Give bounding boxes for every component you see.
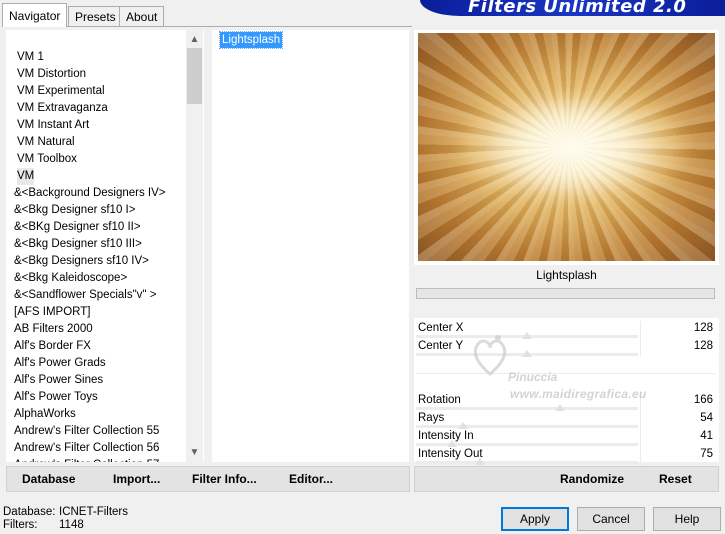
import-button[interactable]: Import... [113, 472, 160, 486]
param-label: Rays [418, 412, 445, 424]
scroll-up-icon[interactable]: ▲ [186, 31, 203, 48]
category-scrollbar[interactable]: ▲ ▼ [186, 30, 203, 462]
category-item[interactable]: &<Bkg Designers sf10 IV> [14, 253, 149, 270]
category-item[interactable]: &<Bkg Designer sf10 III> [14, 236, 142, 253]
category-item[interactable]: Alf's Power Sines [14, 372, 103, 389]
apply-button[interactable]: Apply [501, 507, 569, 531]
param-divider [640, 393, 641, 411]
category-item[interactable]: &<Sandflower Specials"v" > [14, 287, 156, 304]
param-center-y[interactable]: Center Y 128 [416, 339, 715, 357]
category-item[interactable]: VM Instant Art [17, 117, 89, 134]
category-item[interactable]: VM Experimental [17, 83, 105, 100]
filter-item-lightsplash[interactable]: Lightsplash [218, 31, 284, 49]
slider-handle[interactable] [522, 332, 532, 339]
category-item[interactable]: Alf's Power Toys [14, 389, 98, 406]
category-item[interactable]: [AFS IMPORT] [14, 304, 90, 321]
category-item[interactable]: VM [17, 168, 35, 185]
category-item[interactable]: &<Background Designers IV> [14, 185, 166, 202]
param-intensity-in[interactable]: Intensity In 41 [416, 429, 715, 447]
database-button[interactable]: Database [22, 472, 75, 486]
category-item[interactable]: &<Bkg Designer sf10 I> [14, 202, 135, 219]
category-item[interactable]: Andrew's Filter Collection 55 [14, 423, 159, 440]
category-item[interactable]: VM Natural [17, 134, 75, 151]
progress-bar [416, 288, 715, 299]
scroll-down-icon[interactable]: ▼ [186, 444, 203, 461]
param-value: 128 [693, 340, 713, 352]
navigator-toolbar: Database Import... Filter Info... Editor… [6, 466, 410, 492]
slider-handle[interactable] [475, 458, 485, 465]
param-label: Center Y [418, 340, 464, 352]
param-label: Intensity In [418, 430, 474, 442]
param-rotation[interactable]: Rotation 166 [416, 393, 715, 411]
param-value: 41 [700, 430, 713, 442]
filter-list[interactable]: Lightsplash [212, 30, 409, 462]
tab-about[interactable]: About [119, 6, 165, 26]
param-label: Center X [418, 322, 464, 334]
category-item[interactable]: VM Extravaganza [17, 100, 108, 117]
filters-count: 1148 [59, 519, 84, 531]
slider-track[interactable] [416, 461, 638, 464]
database-value: ICNET-Filters [59, 506, 128, 518]
category-list[interactable]: VM 1 VM Distortion VM Experimental VM Extra… [6, 30, 204, 462]
param-value: 54 [700, 412, 713, 424]
slider-handle[interactable] [458, 422, 468, 429]
param-label: Rotation [418, 394, 461, 406]
category-item[interactable]: AlphaWorks [14, 406, 76, 423]
slider-handle[interactable] [555, 404, 565, 411]
preview-toolbar: Randomize Reset [414, 466, 719, 492]
category-item[interactable]: &<Bkg Kaleidoscope> [14, 270, 127, 287]
param-divider [640, 339, 641, 357]
category-item[interactable]: VM Distortion [17, 66, 86, 83]
category-item[interactable]: Andrew's Filter Collection 57 [14, 457, 159, 462]
tab-presets[interactable]: Presets [68, 6, 123, 26]
window-title: Filters Unlimited 2.0 [468, 0, 687, 16]
param-divider [640, 411, 641, 429]
param-divider [640, 321, 641, 339]
cancel-button[interactable]: Cancel [577, 507, 645, 531]
category-item[interactable]: Andrew's Filter Collection 56 [14, 440, 159, 457]
filter-info-button[interactable]: Filter Info... [192, 472, 257, 486]
database-label: Database: [3, 506, 56, 518]
param-intensity-out[interactable]: Intensity Out 75 [416, 447, 715, 465]
category-item[interactable]: Alf's Power Grads [14, 355, 106, 372]
slider-track[interactable] [416, 425, 638, 428]
reset-button[interactable]: Reset [659, 472, 692, 486]
param-value: 166 [693, 394, 713, 406]
filter-name-label: Lightsplash [536, 268, 597, 282]
scroll-thumb[interactable] [187, 48, 202, 104]
param-divider [416, 373, 715, 374]
param-divider [640, 447, 641, 465]
title-banner: Filters Unlimited 2.0 [420, 0, 725, 16]
param-label: Intensity Out [418, 448, 483, 460]
category-item[interactable]: &<BKg Designer sf10 II> [14, 219, 141, 236]
param-value: 128 [693, 322, 713, 334]
param-value: 75 [700, 448, 713, 460]
param-rays[interactable]: Rays 54 [416, 411, 715, 429]
help-button[interactable]: Help [653, 507, 721, 531]
editor-button[interactable]: Editor... [289, 472, 333, 486]
filters-label: Filters: [3, 519, 38, 531]
category-item[interactable]: VM 1 [17, 49, 44, 66]
randomize-button[interactable]: Randomize [560, 472, 624, 486]
slider-track[interactable] [416, 407, 638, 410]
slider-handle[interactable] [447, 440, 457, 447]
tab-navigator[interactable]: Navigator [2, 3, 68, 27]
category-item[interactable]: VM Toolbox [17, 151, 77, 168]
param-center-x[interactable]: Center X 128 [416, 321, 715, 339]
param-divider [640, 429, 641, 447]
slider-handle[interactable] [522, 350, 532, 357]
preview-image [418, 33, 715, 261]
category-item[interactable]: Alf's Border FX [14, 338, 91, 355]
category-item[interactable]: AB Filters 2000 [14, 321, 93, 338]
